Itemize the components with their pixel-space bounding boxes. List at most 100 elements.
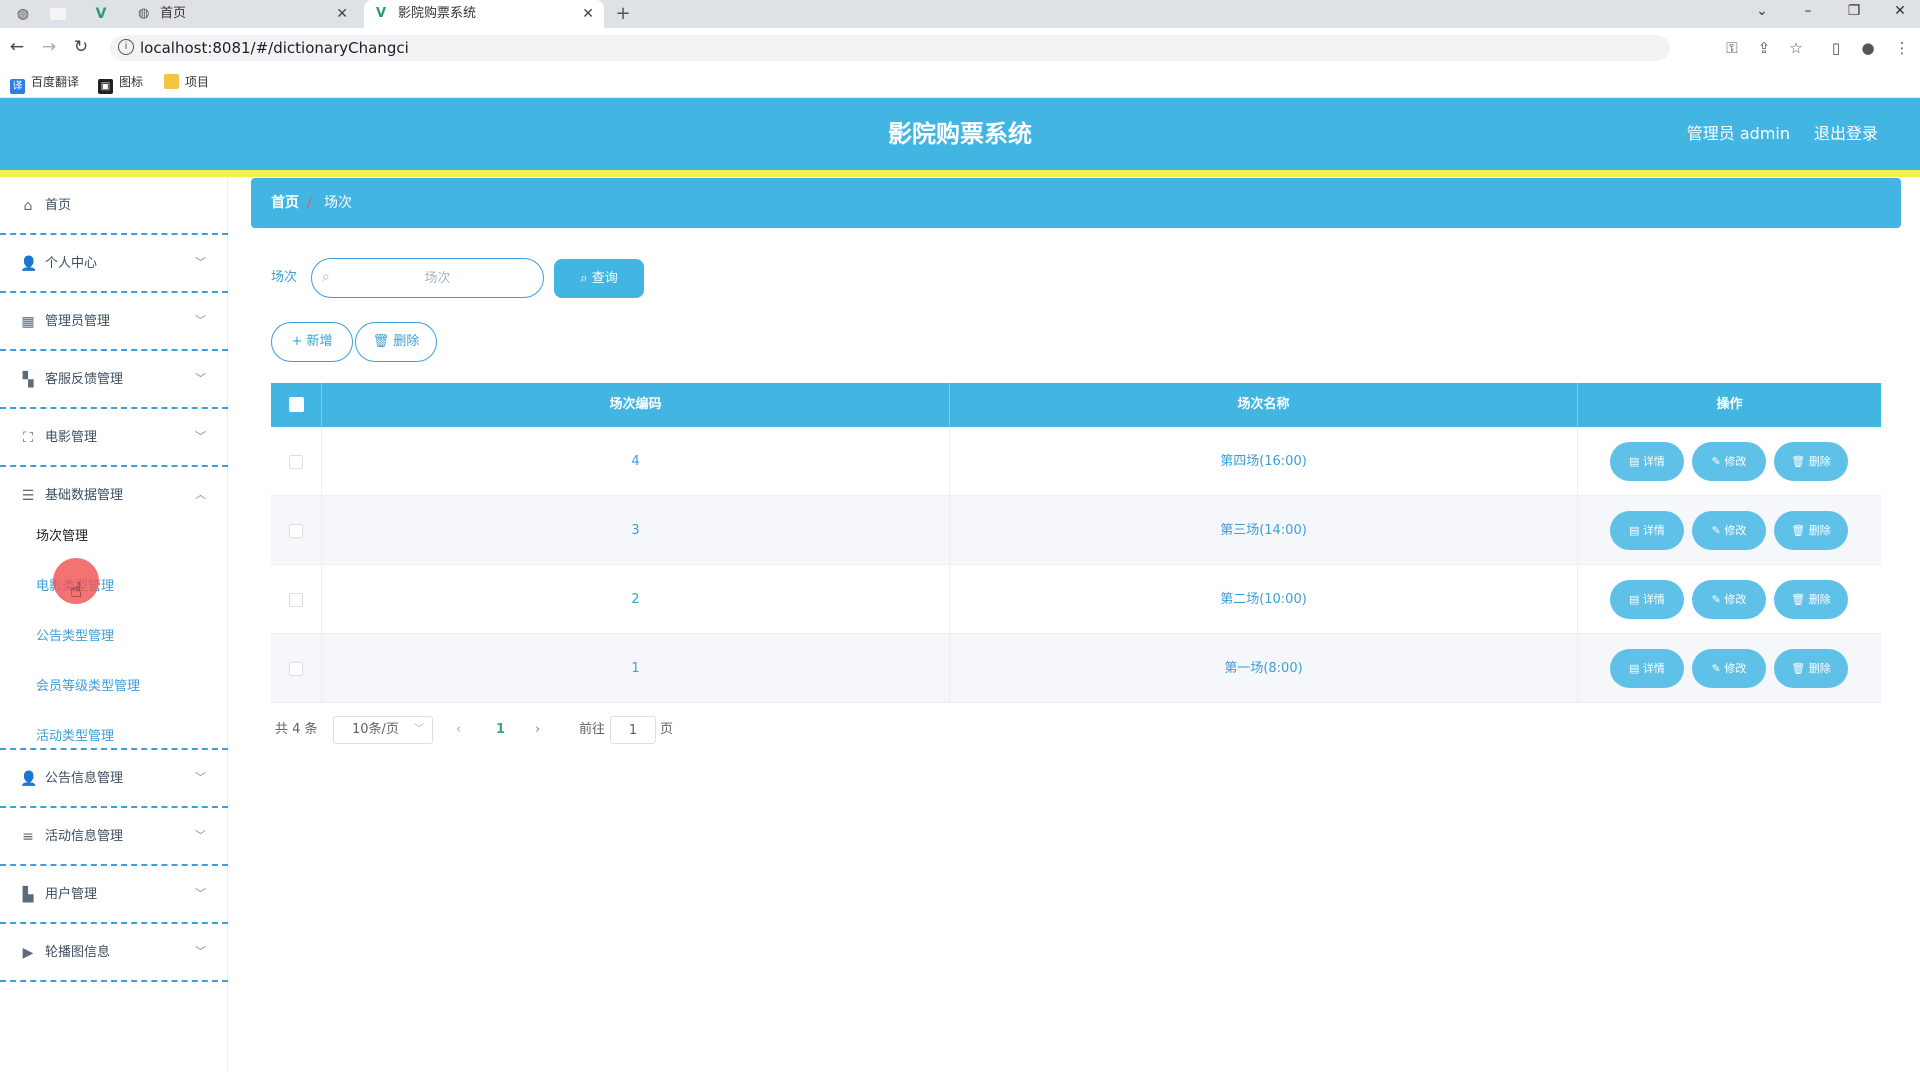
header-accent-strip (0, 170, 1920, 177)
breadcrumb-home[interactable]: 首页 (271, 178, 299, 228)
globe-icon[interactable]: ◍ (14, 5, 32, 23)
restore-icon[interactable]: ❐ (1839, 0, 1869, 22)
row-delete-button[interactable]: 🗑 删除 (1774, 511, 1848, 550)
row-checkbox[interactable] (289, 455, 303, 469)
profile-icon[interactable]: ● (1858, 38, 1878, 58)
reload-icon[interactable]: ↻ (70, 36, 92, 58)
row-checkbox[interactable] (289, 524, 303, 538)
page-unit-label: 页 (660, 722, 674, 737)
close-window-icon[interactable]: ✕ (1885, 0, 1915, 22)
select-all-checkbox[interactable] (289, 397, 304, 412)
page-number[interactable]: 1 (496, 719, 505, 741)
chevron-down-icon[interactable]: ⌄ (1747, 0, 1777, 22)
key-icon[interactable]: ⚿ (1722, 38, 1742, 58)
row-checkbox[interactable] (289, 593, 303, 607)
prev-page-button[interactable]: ‹ (456, 719, 461, 741)
goto-page-input[interactable] (610, 716, 656, 744)
menu-icon[interactable]: ⋮ (1892, 38, 1912, 58)
next-page-button[interactable]: › (535, 719, 540, 741)
chevron-down-icon: ﹀ (195, 430, 206, 443)
page-size-select[interactable]: 10条/页 ﹀ (333, 716, 433, 744)
chevron-down-icon: ﹀ (195, 829, 206, 842)
row-checkbox[interactable] (289, 662, 303, 676)
star-icon[interactable]: ☆ (1786, 38, 1806, 58)
forward-icon[interactable]: → (38, 36, 60, 58)
sidebar-subitem-member-level[interactable]: 会员等级类型管理 (36, 677, 140, 697)
sidepanel-icon[interactable]: ▯ (1826, 38, 1846, 58)
chevron-down-icon: ﹀ (195, 372, 206, 385)
row-delete-button[interactable]: 🗑 删除 (1774, 649, 1848, 688)
sidebar-item-activity[interactable]: ≡ 活动信息管理 ﹀ (0, 808, 228, 866)
row-delete-button[interactable]: 🗑 删除 (1774, 580, 1848, 619)
bookmark-translate[interactable]: 译百度翻译 (10, 73, 79, 94)
table-row: 2 第二场(10:00) ▤ 详情 ✎ 修改 🗑 删除 (271, 565, 1881, 634)
sidebar-item-basedata[interactable]: ☰ 基础数据管理 ︿ (0, 467, 228, 750)
user-icon: 👤 (20, 771, 38, 787)
bookmark-project[interactable]: 项目 (164, 73, 209, 91)
sidebar-item-notice[interactable]: 👤 公告信息管理 ﹀ (0, 750, 228, 808)
sidebar-item-home[interactable]: ⌂ 首页 (0, 177, 228, 235)
header-select-cell (271, 383, 322, 427)
grid-icon: ▚ (22, 372, 34, 388)
list-icon: ≡ (22, 829, 34, 845)
edit-button[interactable]: ✎ 修改 (1692, 649, 1766, 688)
detail-button[interactable]: ▤ 详情 (1610, 580, 1684, 619)
edit-button[interactable]: ✎ 修改 (1692, 580, 1766, 619)
image-icon: ▣ (98, 79, 113, 94)
video-icon: ▶ (22, 945, 34, 961)
delete-button[interactable]: 🗑 删除 (355, 322, 437, 362)
header-actions: 操作 (1716, 397, 1743, 412)
detail-button[interactable]: ▤ 详情 (1610, 511, 1684, 550)
search-label: 场次 (271, 270, 298, 285)
share-icon[interactable]: ⇪ (1754, 38, 1774, 58)
goto-label: 前往 (579, 722, 606, 737)
sidebar-subitem-session[interactable]: 场次管理 (36, 527, 88, 547)
bookmark-icons[interactable]: ▣ 图标 (98, 73, 143, 94)
back-icon[interactable]: ← (6, 36, 28, 58)
row-name: 第四场(16:00) (950, 427, 1578, 496)
tab-cinema[interactable]: V 影院购票系统 ✕ (364, 0, 604, 28)
logout-link[interactable]: 退出登录 (1814, 98, 1878, 170)
sidebar-item-users[interactable]: ▙ 用户管理 ﹀ (0, 866, 228, 924)
page-icon[interactable] (50, 8, 66, 20)
sidebar-subitem-notice-type[interactable]: 公告类型管理 (36, 627, 114, 647)
search-icon: ⌕ (322, 269, 330, 285)
sidebar-subitem-activity-type[interactable]: 活动类型管理 (36, 727, 114, 747)
user-icon: 👤 (20, 256, 38, 272)
url-field[interactable]: i localhost:8081/#/dictionaryChangci (110, 35, 1670, 61)
minimize-icon[interactable]: – (1793, 0, 1823, 22)
breadcrumb-separator: / (307, 195, 312, 211)
detail-button[interactable]: ▤ 详情 (1610, 442, 1684, 481)
search-input[interactable] (311, 258, 544, 298)
table-header: 场次编码 场次名称 操作 (271, 383, 1881, 427)
close-icon[interactable]: ✕ (336, 0, 348, 28)
trash-icon: 🗑 (372, 334, 394, 349)
chevron-down-icon: ﹀ (195, 887, 206, 900)
header-name: 场次名称 (950, 383, 1578, 427)
sidebar-item-profile[interactable]: 👤 个人中心 ﹀ (0, 235, 228, 293)
app-title: 影院购票系统 (888, 120, 1032, 148)
vue-icon[interactable]: V (92, 5, 110, 23)
home-icon: ⌂ (23, 198, 33, 214)
bookmarks-bar: 译百度翻译 ▣ 图标 项目 (0, 66, 1920, 98)
table-row: 1 第一场(8:00) ▤ 详情 ✎ 修改 🗑 删除 (271, 634, 1881, 703)
sidebar: ⌂ 首页 👤 个人中心 ﹀ ▦ 管理员管理 ﹀ ▚ 客服反馈管理 ﹀ ⛶ 电影管… (0, 177, 228, 1072)
sidebar-item-carousel[interactable]: ▶ 轮播图信息 ﹀ (0, 924, 228, 982)
sidebar-item-feedback[interactable]: ▚ 客服反馈管理 ﹀ (0, 351, 228, 409)
sidebar-item-admin[interactable]: ▦ 管理员管理 ﹀ (0, 293, 228, 351)
sidebar-item-movies[interactable]: ⛶ 电影管理 ﹀ (0, 409, 228, 467)
edit-button[interactable]: ✎ 修改 (1692, 442, 1766, 481)
table-row: 3 第三场(14:00) ▤ 详情 ✎ 修改 🗑 删除 (271, 496, 1881, 565)
app-header: 影院购票系统 管理员 admin 退出登录 (0, 98, 1920, 170)
edit-button[interactable]: ✎ 修改 (1692, 511, 1766, 550)
close-icon[interactable]: ✕ (582, 0, 594, 28)
info-icon[interactable]: i (118, 39, 134, 55)
detail-button[interactable]: ▤ 详情 (1610, 649, 1684, 688)
row-delete-button[interactable]: 🗑 删除 (1774, 442, 1848, 481)
new-tab-icon[interactable]: + (614, 5, 632, 23)
add-button[interactable]: + 新增 (271, 322, 353, 362)
briefcase-icon: ▙ (22, 887, 34, 903)
query-button[interactable]: ⌕ 查询 (554, 259, 644, 298)
fullscreen-icon: ⛶ (23, 430, 33, 446)
tab-home[interactable]: ◍ 首页 ✕ (126, 0, 358, 28)
